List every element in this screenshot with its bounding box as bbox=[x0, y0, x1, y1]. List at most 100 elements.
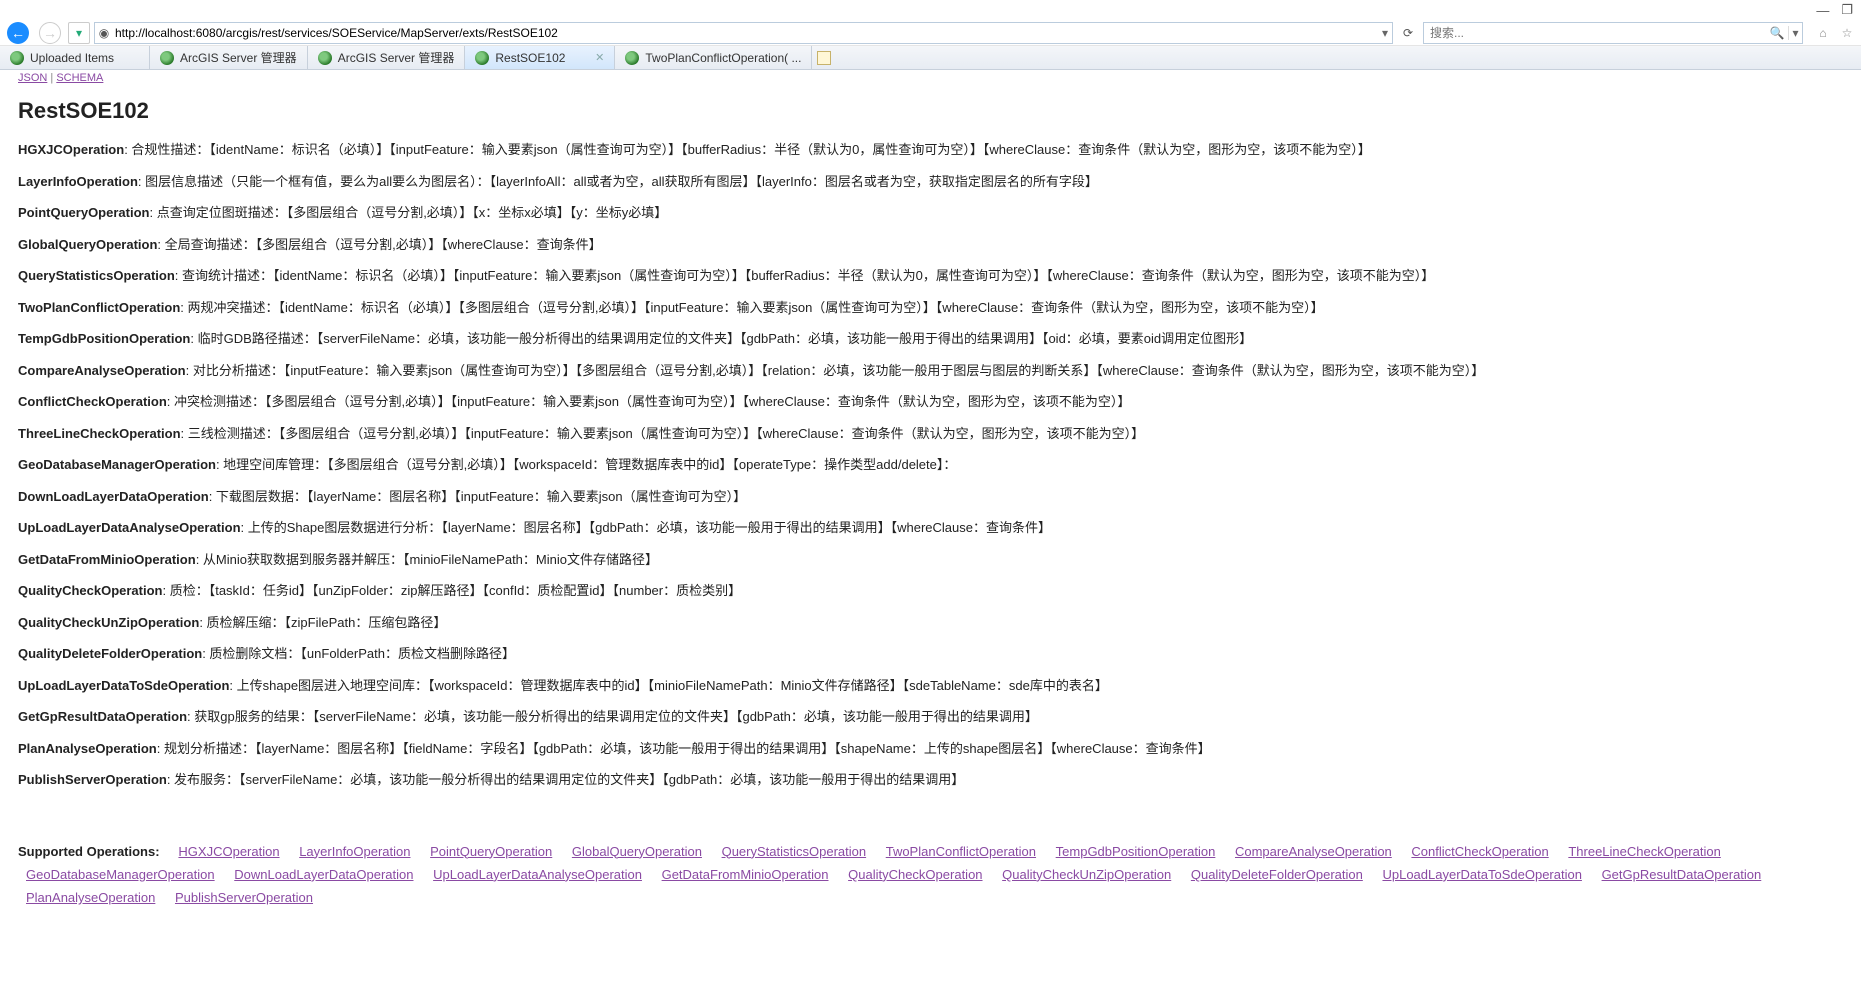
operation-row: GeoDatabaseManagerOperation: 地理空间库管理：【多图… bbox=[18, 455, 1843, 475]
operation-name: TempGdbPositionOperation bbox=[18, 331, 190, 346]
nav-toolbar: ← → ▾ ◉ ▾ ⟳ 🔍 ▾ ⌂ ☆ bbox=[0, 20, 1861, 46]
operation-row: LayerInfoOperation: 图层信息描述（只能一个框有值，要么为al… bbox=[18, 172, 1843, 192]
operation-row: UpLoadLayerDataAnalyseOperation: 上传的Shap… bbox=[18, 518, 1843, 538]
supported-op-link[interactable]: GetDataFromMinioOperation bbox=[662, 867, 829, 882]
operation-row: PublishServerOperation: 发布服务：【serverFile… bbox=[18, 770, 1843, 790]
schema-link[interactable]: SCHEMA bbox=[56, 72, 103, 84]
supported-op-link[interactable]: PlanAnalyseOperation bbox=[26, 890, 155, 905]
globe-icon: ◉ bbox=[95, 26, 113, 40]
operation-name: CompareAnalyseOperation bbox=[18, 363, 186, 378]
json-link[interactable]: JSON bbox=[18, 72, 47, 84]
operation-name: ConflictCheckOperation bbox=[18, 394, 167, 409]
operation-name: GlobalQueryOperation bbox=[18, 237, 157, 252]
supported-op-link[interactable]: TempGdbPositionOperation bbox=[1056, 844, 1216, 859]
supported-op-link[interactable]: HGXJCOperation bbox=[178, 844, 279, 859]
operation-row: DownLoadLayerDataOperation: 下载图层数据：【laye… bbox=[18, 487, 1843, 507]
operation-desc: : 规划分析描述：【layerName：图层名称】【fieldName：字段名】… bbox=[157, 741, 1211, 756]
browser-tab[interactable]: Uploaded Items bbox=[0, 46, 150, 69]
operations-list: HGXJCOperation: 合规性描述：【identName：标识名（必填）… bbox=[18, 140, 1843, 790]
operation-desc: : 两规冲突描述：【identName：标识名（必填）】【多图层组合（逗号分割,… bbox=[180, 300, 1323, 315]
favorites-icon[interactable]: ☆ bbox=[1837, 23, 1857, 43]
operation-name: TwoPlanConflictOperation bbox=[18, 300, 180, 315]
supported-op-link[interactable]: ConflictCheckOperation bbox=[1411, 844, 1548, 859]
supported-op-link[interactable]: QualityCheckUnZipOperation bbox=[1002, 867, 1171, 882]
operation-desc: : 质检解压缩：【zipFilePath：压缩包路径】 bbox=[199, 615, 446, 630]
tab-label: Uploaded Items bbox=[30, 51, 114, 65]
search-dropdown-icon[interactable]: ▾ bbox=[1788, 26, 1802, 40]
supported-op-link[interactable]: QualityCheckOperation bbox=[848, 867, 982, 882]
supported-op-link[interactable]: QueryStatisticsOperation bbox=[722, 844, 867, 859]
supported-op-link[interactable]: CompareAnalyseOperation bbox=[1235, 844, 1392, 859]
supported-op-link[interactable]: GeoDatabaseManagerOperation bbox=[26, 867, 215, 882]
operation-desc: : 发布服务：【serverFileName：必填，该功能一般分析得出的结果调用… bbox=[167, 772, 964, 787]
operation-row: PointQueryOperation: 点查询定位图斑描述：【多图层组合（逗号… bbox=[18, 203, 1843, 223]
home-icon[interactable]: ⌂ bbox=[1813, 23, 1833, 43]
supported-op-link[interactable]: UpLoadLayerDataToSdeOperation bbox=[1382, 867, 1581, 882]
operation-row: QueryStatisticsOperation: 查询统计描述：【identN… bbox=[18, 266, 1843, 286]
supported-op-link[interactable]: TwoPlanConflictOperation bbox=[886, 844, 1036, 859]
supported-op-link[interactable]: ThreeLineCheckOperation bbox=[1568, 844, 1720, 859]
operation-row: GetDataFromMinioOperation: 从Minio获取数据到服务… bbox=[18, 550, 1843, 570]
new-tab-button[interactable] bbox=[812, 46, 836, 69]
operation-desc: : 地理空间库管理：【多图层组合（逗号分割,必填）】【workspaceId：管… bbox=[216, 457, 956, 472]
tab-close-icon[interactable]: ✕ bbox=[595, 51, 604, 64]
operation-desc: : 上传shape图层进入地理空间库：【workspaceId：管理数据库表中的… bbox=[229, 678, 1107, 693]
search-input[interactable] bbox=[1424, 26, 1766, 40]
minimize-button[interactable]: — bbox=[1816, 3, 1829, 18]
supported-op-link[interactable]: GlobalQueryOperation bbox=[572, 844, 702, 859]
back-arrow-icon: ← bbox=[7, 22, 29, 44]
operation-desc: : 查询统计描述：【identName：标识名（必填）】【inputFeatur… bbox=[175, 268, 1435, 283]
plus-icon: ▾ bbox=[76, 26, 82, 40]
operation-row: CompareAnalyseOperation: 对比分析描述：【inputFe… bbox=[18, 361, 1843, 381]
operation-row: ConflictCheckOperation: 冲突检测描述：【多图层组合（逗号… bbox=[18, 392, 1843, 412]
operation-desc: : 从Minio获取数据到服务器并解压：【minioFileNamePath：M… bbox=[196, 552, 658, 567]
forward-button[interactable]: → bbox=[36, 22, 64, 44]
operation-name: UpLoadLayerDataAnalyseOperation bbox=[18, 520, 241, 535]
supported-op-link[interactable]: LayerInfoOperation bbox=[299, 844, 410, 859]
operation-desc: : 获取gp服务的结果：【serverFileName：必填，该功能一般分析得出… bbox=[187, 709, 1038, 724]
supported-op-link[interactable]: GetGpResultDataOperation bbox=[1602, 867, 1762, 882]
operation-name: GeoDatabaseManagerOperation bbox=[18, 457, 216, 472]
operation-name: QualityCheckOperation bbox=[18, 583, 162, 598]
supported-op-link[interactable]: DownLoadLayerDataOperation bbox=[234, 867, 413, 882]
tab-label: TwoPlanConflictOperation( ... bbox=[645, 51, 801, 65]
operation-desc: : 对比分析描述：【inputFeature：输入要素json（属性查询可为空）… bbox=[186, 363, 1485, 378]
maximize-button[interactable]: ❐ bbox=[1841, 2, 1853, 18]
operation-row: GlobalQueryOperation: 全局查询描述：【多图层组合（逗号分割… bbox=[18, 235, 1843, 255]
operation-row: TwoPlanConflictOperation: 两规冲突描述：【identN… bbox=[18, 298, 1843, 318]
operation-row: UpLoadLayerDataToSdeOperation: 上传shape图层… bbox=[18, 676, 1843, 696]
url-input[interactable] bbox=[113, 26, 1378, 40]
browser-tab[interactable]: TwoPlanConflictOperation( ... bbox=[615, 46, 812, 69]
forward-arrow-icon: → bbox=[39, 22, 61, 44]
url-dropdown-icon[interactable]: ▾ bbox=[1378, 26, 1392, 40]
format-links: JSON | SCHEMA bbox=[18, 70, 1843, 86]
supported-op-link[interactable]: PublishServerOperation bbox=[175, 890, 313, 905]
supported-op-link[interactable]: UpLoadLayerDataAnalyseOperation bbox=[433, 867, 642, 882]
refresh-button[interactable]: ⟳ bbox=[1397, 22, 1419, 44]
tab-label: ArcGIS Server 管理器 bbox=[180, 49, 297, 66]
operation-row: QualityCheckOperation: 质检：【taskId：任务id】【… bbox=[18, 581, 1843, 601]
operation-name: GetGpResultDataOperation bbox=[18, 709, 187, 724]
dropdown-button[interactable]: ▾ bbox=[68, 22, 90, 44]
operation-desc: : 三线检测描述：【多图层组合（逗号分割,必填）】【inputFeature：输… bbox=[181, 426, 1145, 441]
browser-tab[interactable]: ArcGIS Server 管理器 bbox=[308, 46, 466, 69]
supported-op-link[interactable]: QualityDeleteFolderOperation bbox=[1191, 867, 1363, 882]
operation-name: QualityCheckUnZipOperation bbox=[18, 615, 199, 630]
page-title: RestSOE102 bbox=[18, 98, 1843, 124]
supported-op-link[interactable]: PointQueryOperation bbox=[430, 844, 552, 859]
refresh-icon: ⟳ bbox=[1403, 26, 1413, 40]
browser-tab[interactable]: RestSOE102✕ bbox=[465, 46, 615, 69]
operation-desc: : 下载图层数据：【layerName：图层名称】【inputFeature：输… bbox=[209, 489, 746, 504]
tab-favicon-icon bbox=[625, 51, 639, 65]
address-bar[interactable]: ◉ ▾ bbox=[94, 22, 1393, 44]
operation-desc: : 图层信息描述（只能一个框有值，要么为all要么为图层名）：【layerInf… bbox=[138, 174, 1098, 189]
operation-name: UpLoadLayerDataToSdeOperation bbox=[18, 678, 229, 693]
operation-name: PlanAnalyseOperation bbox=[18, 741, 157, 756]
browser-tab[interactable]: ArcGIS Server 管理器 bbox=[150, 46, 308, 69]
operation-row: QualityCheckUnZipOperation: 质检解压缩：【zipFi… bbox=[18, 613, 1843, 633]
page-content: JSON | SCHEMA RestSOE102 HGXJCOperation:… bbox=[0, 70, 1861, 950]
search-bar[interactable]: 🔍 ▾ bbox=[1423, 22, 1803, 44]
search-icon[interactable]: 🔍 bbox=[1766, 26, 1788, 40]
back-button[interactable]: ← bbox=[4, 22, 32, 44]
operation-name: QualityDeleteFolderOperation bbox=[18, 646, 202, 661]
